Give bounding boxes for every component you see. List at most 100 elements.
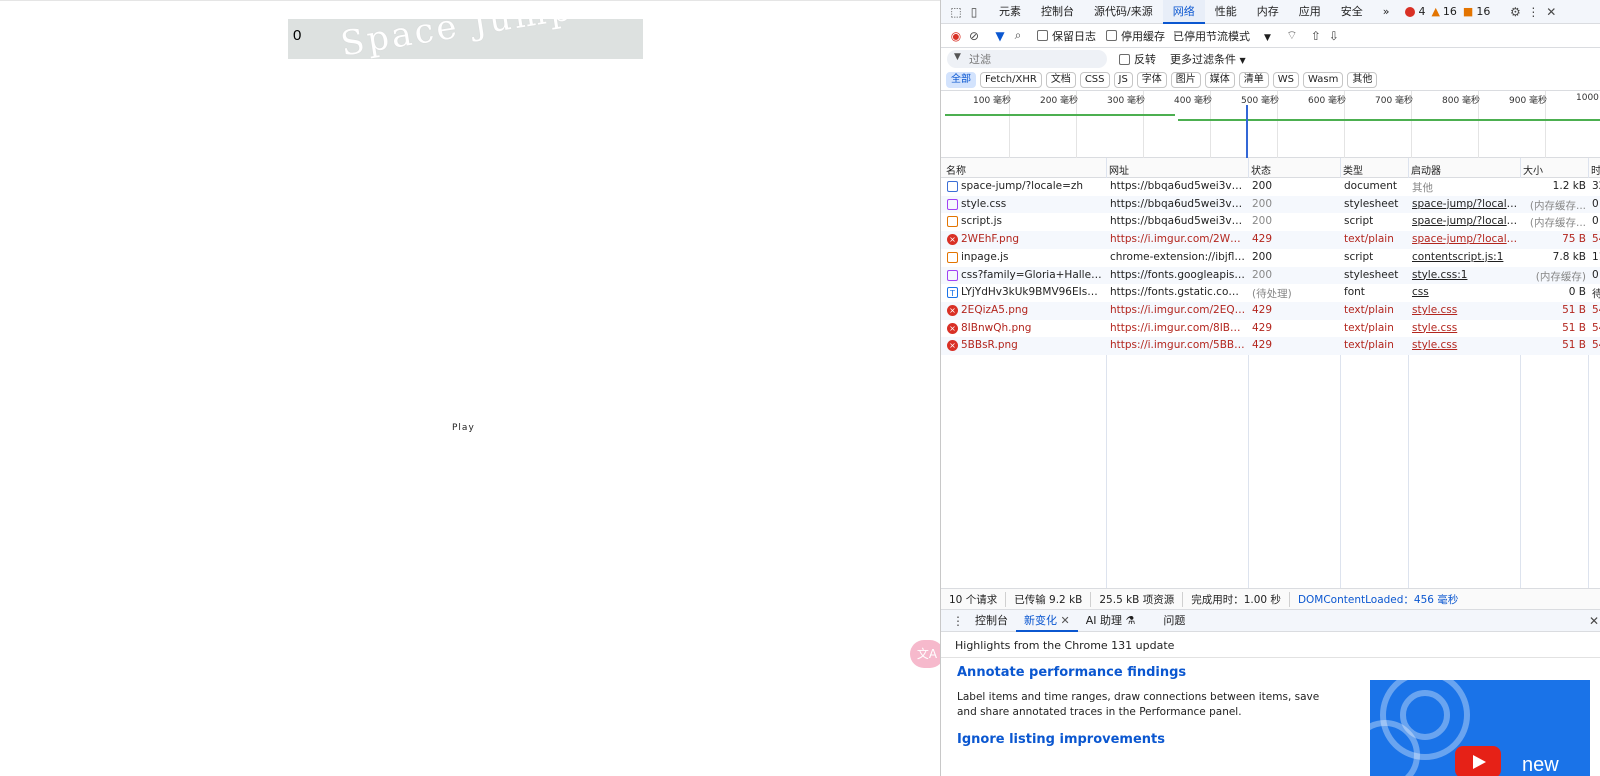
error-icon [1405,6,1416,17]
column-header[interactable]: 网址 [1109,162,1129,177]
tab-4[interactable]: 性能 [1205,0,1247,24]
column-header[interactable]: 大小 [1523,162,1543,177]
cell-type: text/plain [1344,321,1394,334]
drawer-tab-ai-assistant[interactable]: AI 助理 ⚗ [1078,610,1144,632]
invert-checkbox[interactable]: 反转 [1119,51,1156,67]
disable-cache-checkbox[interactable]: 停用缓存 [1106,28,1165,44]
table-row[interactable]: style.css https://bbqa6ud5wei3v6c... 200 st… [941,195,1600,214]
type-filter-chip[interactable]: 图片 [1170,72,1201,88]
cell-name: css?family=Gloria+Hallelujah [961,268,1104,281]
cell-status: 200 [1252,215,1273,228]
device-toolbar-icon[interactable]: ▯ [965,3,983,21]
play-button[interactable]: Play [452,423,475,433]
column-header[interactable]: 启动器 [1411,162,1441,177]
timeline-tick-label: 900 毫秒 [1509,96,1548,106]
table-row[interactable]: × 8IBnwQh.png https://i.imgur.com/8IBnw...… [941,319,1600,338]
timeline-tick-label: 100 毫秒 [973,96,1012,106]
error-icon: × [947,304,958,316]
cell-initiator[interactable]: space-jump/?locale=zl [1412,198,1520,210]
more-options-icon[interactable]: ⋮ [1524,3,1542,21]
drawer-tab-issues[interactable]: 问题 [1155,610,1193,632]
table-row[interactable]: inpage.js chrome-extension://ibjflp... 200… [941,248,1600,267]
cell-initiator[interactable]: space-jump/?locale=zl [1412,215,1520,227]
type-filter-chip[interactable]: 字体 [1136,72,1167,88]
issue-count[interactable]: ■ 16 [1463,5,1490,18]
type-filter-chip[interactable]: CSS [1079,72,1110,88]
cell-initiator[interactable]: contentscript.js:1 [1412,251,1520,263]
drawer-tab-whats-new[interactable]: 新变化 ✕ [1016,610,1078,632]
settings-gear-icon[interactable]: ⚙ [1506,3,1524,21]
cell-url: https://fonts.googleapis.c... [1110,268,1246,281]
network-overview-timeline[interactable]: 100 毫秒 200 毫秒 300 毫秒 400 毫秒 500 毫秒 600 毫秒 700 … [941,90,1600,159]
tab-2[interactable]: 源代码/来源 [1084,0,1163,24]
table-row[interactable]: × 2EQizA5.png https://i.imgur.com/2EQiz...… [941,301,1600,320]
inspect-element-icon[interactable]: ⬚ [947,3,965,21]
network-summary-bar: 10 个请求 已传输 9.2 kB 25.5 kB 项资源 完成用时：1.00 … [941,588,1600,610]
cell-time: 待 [1592,286,1600,301]
record-stop-icon[interactable]: ◉ [947,27,965,45]
cell-initiator[interactable]: style.css:1 [1412,269,1520,281]
cell-time: 54 [1592,321,1600,334]
filter-icon[interactable]: ▼ [991,27,1009,45]
clear-icon[interactable]: ⊘ [965,27,983,45]
tab-7[interactable]: 安全 [1331,0,1373,24]
column-header[interactable]: 名称 [946,162,966,177]
error-count[interactable]: 4 [1405,5,1425,18]
table-row[interactable]: × 5BBsR.png https://i.imgur.com/5BBsR... 42… [941,337,1600,356]
feature-heading-ignore-listing[interactable]: Ignore listing improvements [957,732,1165,747]
table-row[interactable]: space-jump/?locale=zh https://bbqa6ud5wei… [941,178,1600,196]
close-tab-icon[interactable]: ✕ [1061,614,1070,627]
table-row[interactable]: script.js https://bbqa6ud5wei3v6c... 200 sc… [941,213,1600,232]
type-filter-chip[interactable]: WS [1272,72,1300,88]
type-filter-chip[interactable]: 其他 [1347,72,1378,88]
error-icon: × [947,234,958,246]
cell-name: space-jump/?locale=zh [961,180,1084,192]
filter-bar: ▼ 反转 更多过滤条件 ▼ [941,48,1600,70]
type-filter-chip[interactable]: 清单 [1238,72,1269,88]
type-filter-chip[interactable]: 文档 [1045,72,1076,88]
type-filter-chip[interactable]: 媒体 [1204,72,1235,88]
more-filters-dropdown[interactable]: 更多过滤条件 ▼ [1170,51,1246,67]
column-header[interactable]: 类型 [1343,162,1363,177]
game-title: Space Jump [338,19,577,59]
more-tabs-button[interactable]: » [1373,0,1400,24]
search-icon[interactable]: ⌕ [1009,27,1027,45]
table-row[interactable]: css?family=Gloria+Hallelujah https://font… [941,266,1600,285]
cell-time: 54 [1592,303,1600,316]
type-filter-chip[interactable]: Wasm [1303,72,1344,88]
cell-initiator[interactable]: style.css [1412,339,1520,351]
warning-count[interactable]: ▲ 16 [1431,5,1456,18]
cell-initiator[interactable]: 其他 [1412,180,1520,195]
type-filter-chip[interactable]: 全部 [946,72,976,88]
column-header[interactable]: 状态 [1251,162,1271,177]
close-devtools-icon[interactable]: ✕ [1542,3,1560,21]
youtube-play-icon[interactable] [1455,746,1501,776]
cell-initiator[interactable]: css [1412,286,1520,298]
tab-0[interactable]: 元素 [989,0,1031,24]
close-drawer-icon[interactable]: ✕ [1585,612,1600,630]
tab-1[interactable]: 控制台 [1031,0,1084,24]
drawer-tab-console[interactable]: 控制台 [967,610,1016,632]
column-header[interactable]: 时 [1591,162,1600,177]
network-conditions-icon[interactable]: ⌔ [1283,27,1301,45]
export-har-icon[interactable]: ⇩ [1325,27,1343,45]
table-row[interactable]: T LYjYdHv3kUk9BMV96EIswT... https://fonts.… [941,284,1600,303]
type-filter-chip[interactable]: Fetch/XHR [980,72,1042,88]
cell-initiator[interactable]: space-jump/?locale=zl [1412,233,1520,245]
type-filter-chip[interactable]: JS [1113,72,1133,88]
tab-6[interactable]: 应用 [1289,0,1331,24]
preserve-log-checkbox[interactable]: 保留日志 [1037,28,1096,44]
cell-size: (内存缓存) [1535,270,1586,283]
throttle-select[interactable]: 已停用节流模式 ▼ [1173,28,1271,44]
cell-initiator[interactable]: style.css [1412,322,1520,334]
import-har-icon[interactable]: ⇧ [1307,27,1325,45]
tab-5[interactable]: 内存 [1247,0,1289,24]
tab-3[interactable]: 网络 [1162,0,1205,24]
whats-new-video-thumbnail[interactable]: new [1370,680,1590,776]
cell-initiator[interactable]: style.css [1412,304,1520,316]
translate-icon[interactable]: 文A [910,640,944,668]
feature-heading-annotate[interactable]: Annotate performance findings [957,665,1186,680]
filter-input[interactable] [947,50,1107,68]
table-row[interactable]: × 2WEhF.png https://i.imgur.com/2WEh... 429… [941,231,1600,250]
drawer-menu-icon[interactable]: ⋮ [949,612,967,630]
